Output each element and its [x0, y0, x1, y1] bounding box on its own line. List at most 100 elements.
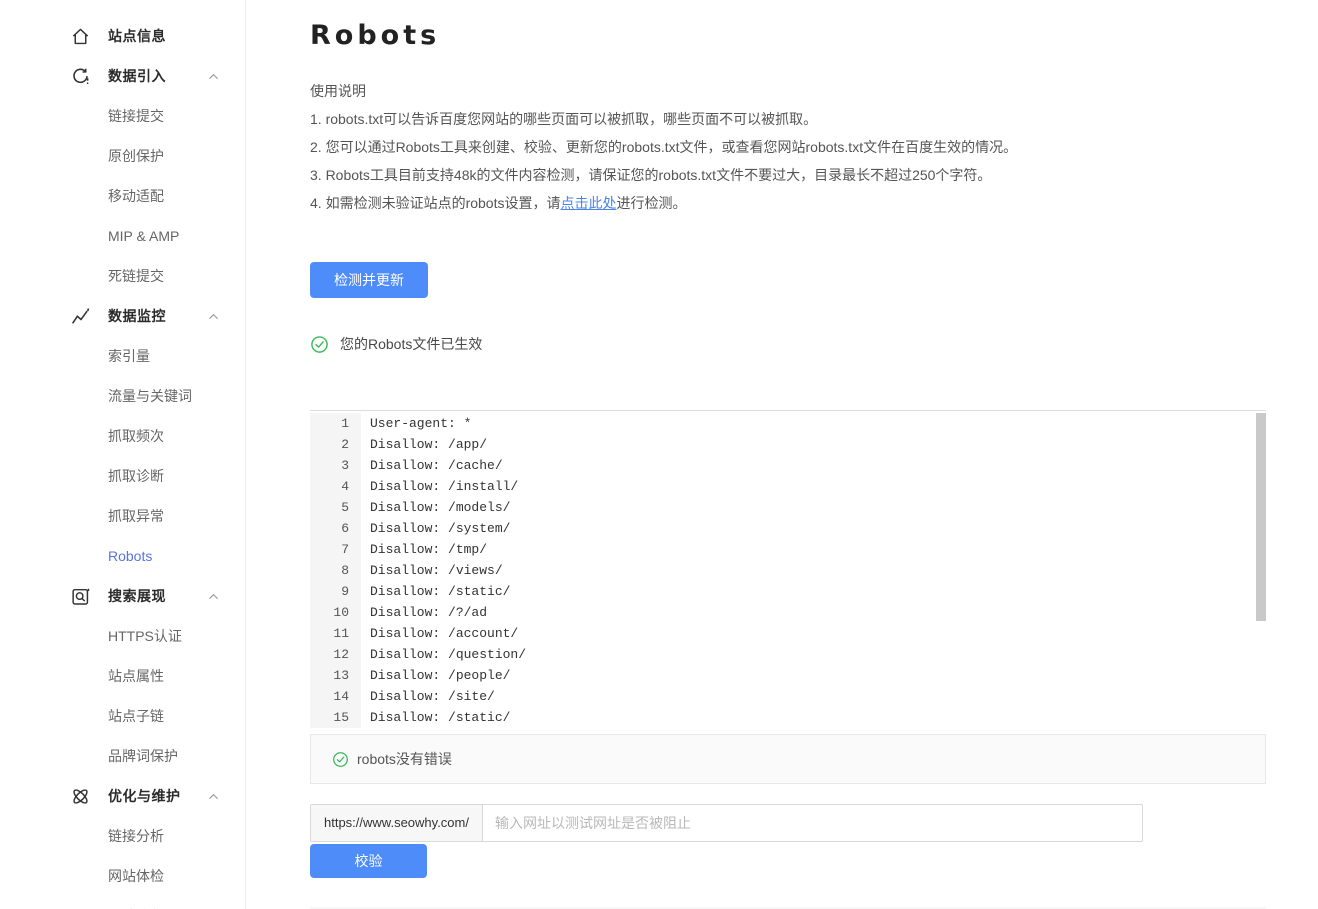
instruction-4-text-after: 进行检测。	[616, 195, 686, 211]
instruction-4-text: 4. 如需检测未验证站点的robots设置，请	[310, 195, 560, 211]
check-circle-icon	[310, 335, 329, 354]
sidebar-item-1-1[interactable]: 原创保护	[0, 136, 245, 176]
usage-instructions: 使用说明 1. robots.txt可以告诉百度您网站的哪些页面可以被抓取，哪些…	[310, 77, 1268, 217]
main-content: Robots 使用说明 1. robots.txt可以告诉百度您网站的哪些页面可…	[246, 0, 1318, 909]
page-title: Robots	[310, 20, 1268, 51]
line-number: 14	[310, 686, 361, 707]
data-import-icon	[70, 66, 91, 87]
line-number: 4	[310, 476, 361, 497]
sidebar-section-2[interactable]: 数据监控	[0, 296, 245, 336]
line-number: 2	[310, 434, 361, 455]
sidebar-item-3-0[interactable]: HTTPS认证	[0, 616, 245, 656]
data-monitor-icon	[70, 306, 91, 327]
instruction-2: 2. 您可以通过Robots工具来创建、校验、更新您的robots.txt文件，…	[310, 133, 1268, 161]
sidebar-section-label: 数据监控	[108, 306, 166, 326]
sidebar-item-1-0[interactable]: 链接提交	[0, 96, 245, 136]
optimize-icon	[70, 786, 91, 807]
line-number: 11	[310, 623, 361, 644]
sidebar-item-2-1[interactable]: 流量与关键词	[0, 376, 245, 416]
sidebar-section-4[interactable]: 优化与维护	[0, 776, 245, 816]
chevron-up-icon	[206, 589, 221, 604]
sidebar-item-2-2[interactable]: 抓取频次	[0, 416, 245, 456]
code-line-text: Disallow: /account/	[361, 623, 518, 644]
robots-file-viewer[interactable]: 1User-agent: *2Disallow: /app/3Disallow:…	[310, 410, 1266, 731]
instruction-1: 1. robots.txt可以告诉百度您网站的哪些页面可以被抓取，哪些页面不可以…	[310, 105, 1268, 133]
code-line-row: 4Disallow: /install/	[310, 476, 1266, 497]
code-line-row: 14Disallow: /site/	[310, 686, 1266, 707]
code-line-row: 10Disallow: /?/ad	[310, 602, 1266, 623]
code-line-text: Disallow: /system/	[361, 518, 510, 539]
sidebar-item-1-3[interactable]: MIP & AMP	[0, 216, 245, 256]
sidebar-item-4-2[interactable]: 网站改版	[0, 896, 245, 909]
code-line-text: Disallow: /app/	[361, 434, 487, 455]
line-number: 13	[310, 665, 361, 686]
code-line-text: Disallow: /site/	[361, 686, 495, 707]
line-number: 3	[310, 455, 361, 476]
search-display-icon	[70, 586, 91, 607]
line-number: 9	[310, 581, 361, 602]
code-line-row: 12Disallow: /question/	[310, 644, 1266, 665]
code-line-text: User-agent: *	[361, 413, 471, 434]
check-here-link[interactable]: 点击此处	[560, 195, 616, 211]
code-line-row: 11Disallow: /account/	[310, 623, 1266, 644]
code-line-text: Disallow: /?/ad	[361, 602, 487, 623]
code-line-row: 6Disallow: /system/	[310, 518, 1266, 539]
line-number: 8	[310, 560, 361, 581]
sidebar-section-0[interactable]: 站点信息	[0, 16, 245, 56]
sidebar-item-3-1[interactable]: 站点属性	[0, 656, 245, 696]
sidebar-section-label: 优化与维护	[108, 786, 181, 806]
detect-update-button[interactable]: 检测并更新	[310, 262, 428, 298]
url-prefix: https://www.seowhy.com/	[311, 805, 483, 841]
sidebar-item-2-0[interactable]: 索引量	[0, 336, 245, 376]
sidebar-section-3[interactable]: 搜索展现	[0, 576, 245, 616]
line-number: 1	[310, 413, 361, 434]
code-line-text: Disallow: /tmp/	[361, 539, 487, 560]
chevron-up-icon	[206, 309, 221, 324]
chevron-up-icon	[206, 69, 221, 84]
line-number: 15	[310, 707, 361, 728]
line-number: 5	[310, 497, 361, 518]
sidebar-item-2-5[interactable]: Robots	[0, 536, 245, 576]
code-line-text: Disallow: /static/	[361, 581, 510, 602]
sidebar-item-1-2[interactable]: 移动适配	[0, 176, 245, 216]
sidebar-item-4-0[interactable]: 链接分析	[0, 816, 245, 856]
code-line-text: Disallow: /views/	[361, 560, 503, 581]
validate-button[interactable]: 校验	[310, 844, 427, 878]
sidebar-item-3-2[interactable]: 站点子链	[0, 696, 245, 736]
sidebar-section-label: 站点信息	[108, 26, 166, 46]
app-window: 站点信息数据引入链接提交原创保护移动适配MIP & AMP死链提交数据监控索引量…	[0, 0, 1318, 909]
scrollbar-thumb[interactable]	[1256, 413, 1266, 621]
code-line-row: 8Disallow: /views/	[310, 560, 1266, 581]
code-line-row: 5Disallow: /models/	[310, 497, 1266, 518]
code-line-text: Disallow: /cache/	[361, 455, 503, 476]
robots-status-text: 您的Robots文件已生效	[340, 334, 482, 354]
line-number: 6	[310, 518, 361, 539]
instruction-3: 3. Robots工具目前支持48k的文件内容检测，请保证您的robots.tx…	[310, 161, 1268, 189]
sidebar-item-3-3[interactable]: 品牌词保护	[0, 736, 245, 776]
instructions-heading: 使用说明	[310, 77, 1268, 105]
line-number: 7	[310, 539, 361, 560]
line-number: 10	[310, 602, 361, 623]
chevron-up-icon	[206, 789, 221, 804]
code-line-row: 9Disallow: /static/	[310, 581, 1266, 602]
sidebar-item-1-4[interactable]: 死链提交	[0, 256, 245, 296]
code-line-text: Disallow: /people/	[361, 665, 510, 686]
code-line-text: Disallow: /question/	[361, 644, 526, 665]
code-line-row: 15Disallow: /static/	[310, 707, 1266, 728]
code-lines: 1User-agent: *2Disallow: /app/3Disallow:…	[310, 413, 1266, 728]
sidebar-section-1[interactable]: 数据引入	[0, 56, 245, 96]
code-line-text: Disallow: /models/	[361, 497, 510, 518]
sidebar-item-4-1[interactable]: 网站体检	[0, 856, 245, 896]
robots-status-row: 您的Robots文件已生效	[310, 334, 1268, 354]
sidebar-nav: 站点信息数据引入链接提交原创保护移动适配MIP & AMP死链提交数据监控索引量…	[0, 0, 246, 909]
line-number: 12	[310, 644, 361, 665]
sidebar-item-2-4[interactable]: 抓取异常	[0, 496, 245, 536]
sidebar-item-2-3[interactable]: 抓取诊断	[0, 456, 245, 496]
code-line-row: 13Disallow: /people/	[310, 665, 1266, 686]
code-line-row: 7Disallow: /tmp/	[310, 539, 1266, 560]
code-line-row: 3Disallow: /cache/	[310, 455, 1266, 476]
test-url-input[interactable]	[483, 805, 1142, 841]
sidebar-section-label: 搜索展现	[108, 586, 166, 606]
instruction-4: 4. 如需检测未验证站点的robots设置，请点击此处进行检测。	[310, 189, 1268, 217]
home-icon	[70, 26, 91, 47]
